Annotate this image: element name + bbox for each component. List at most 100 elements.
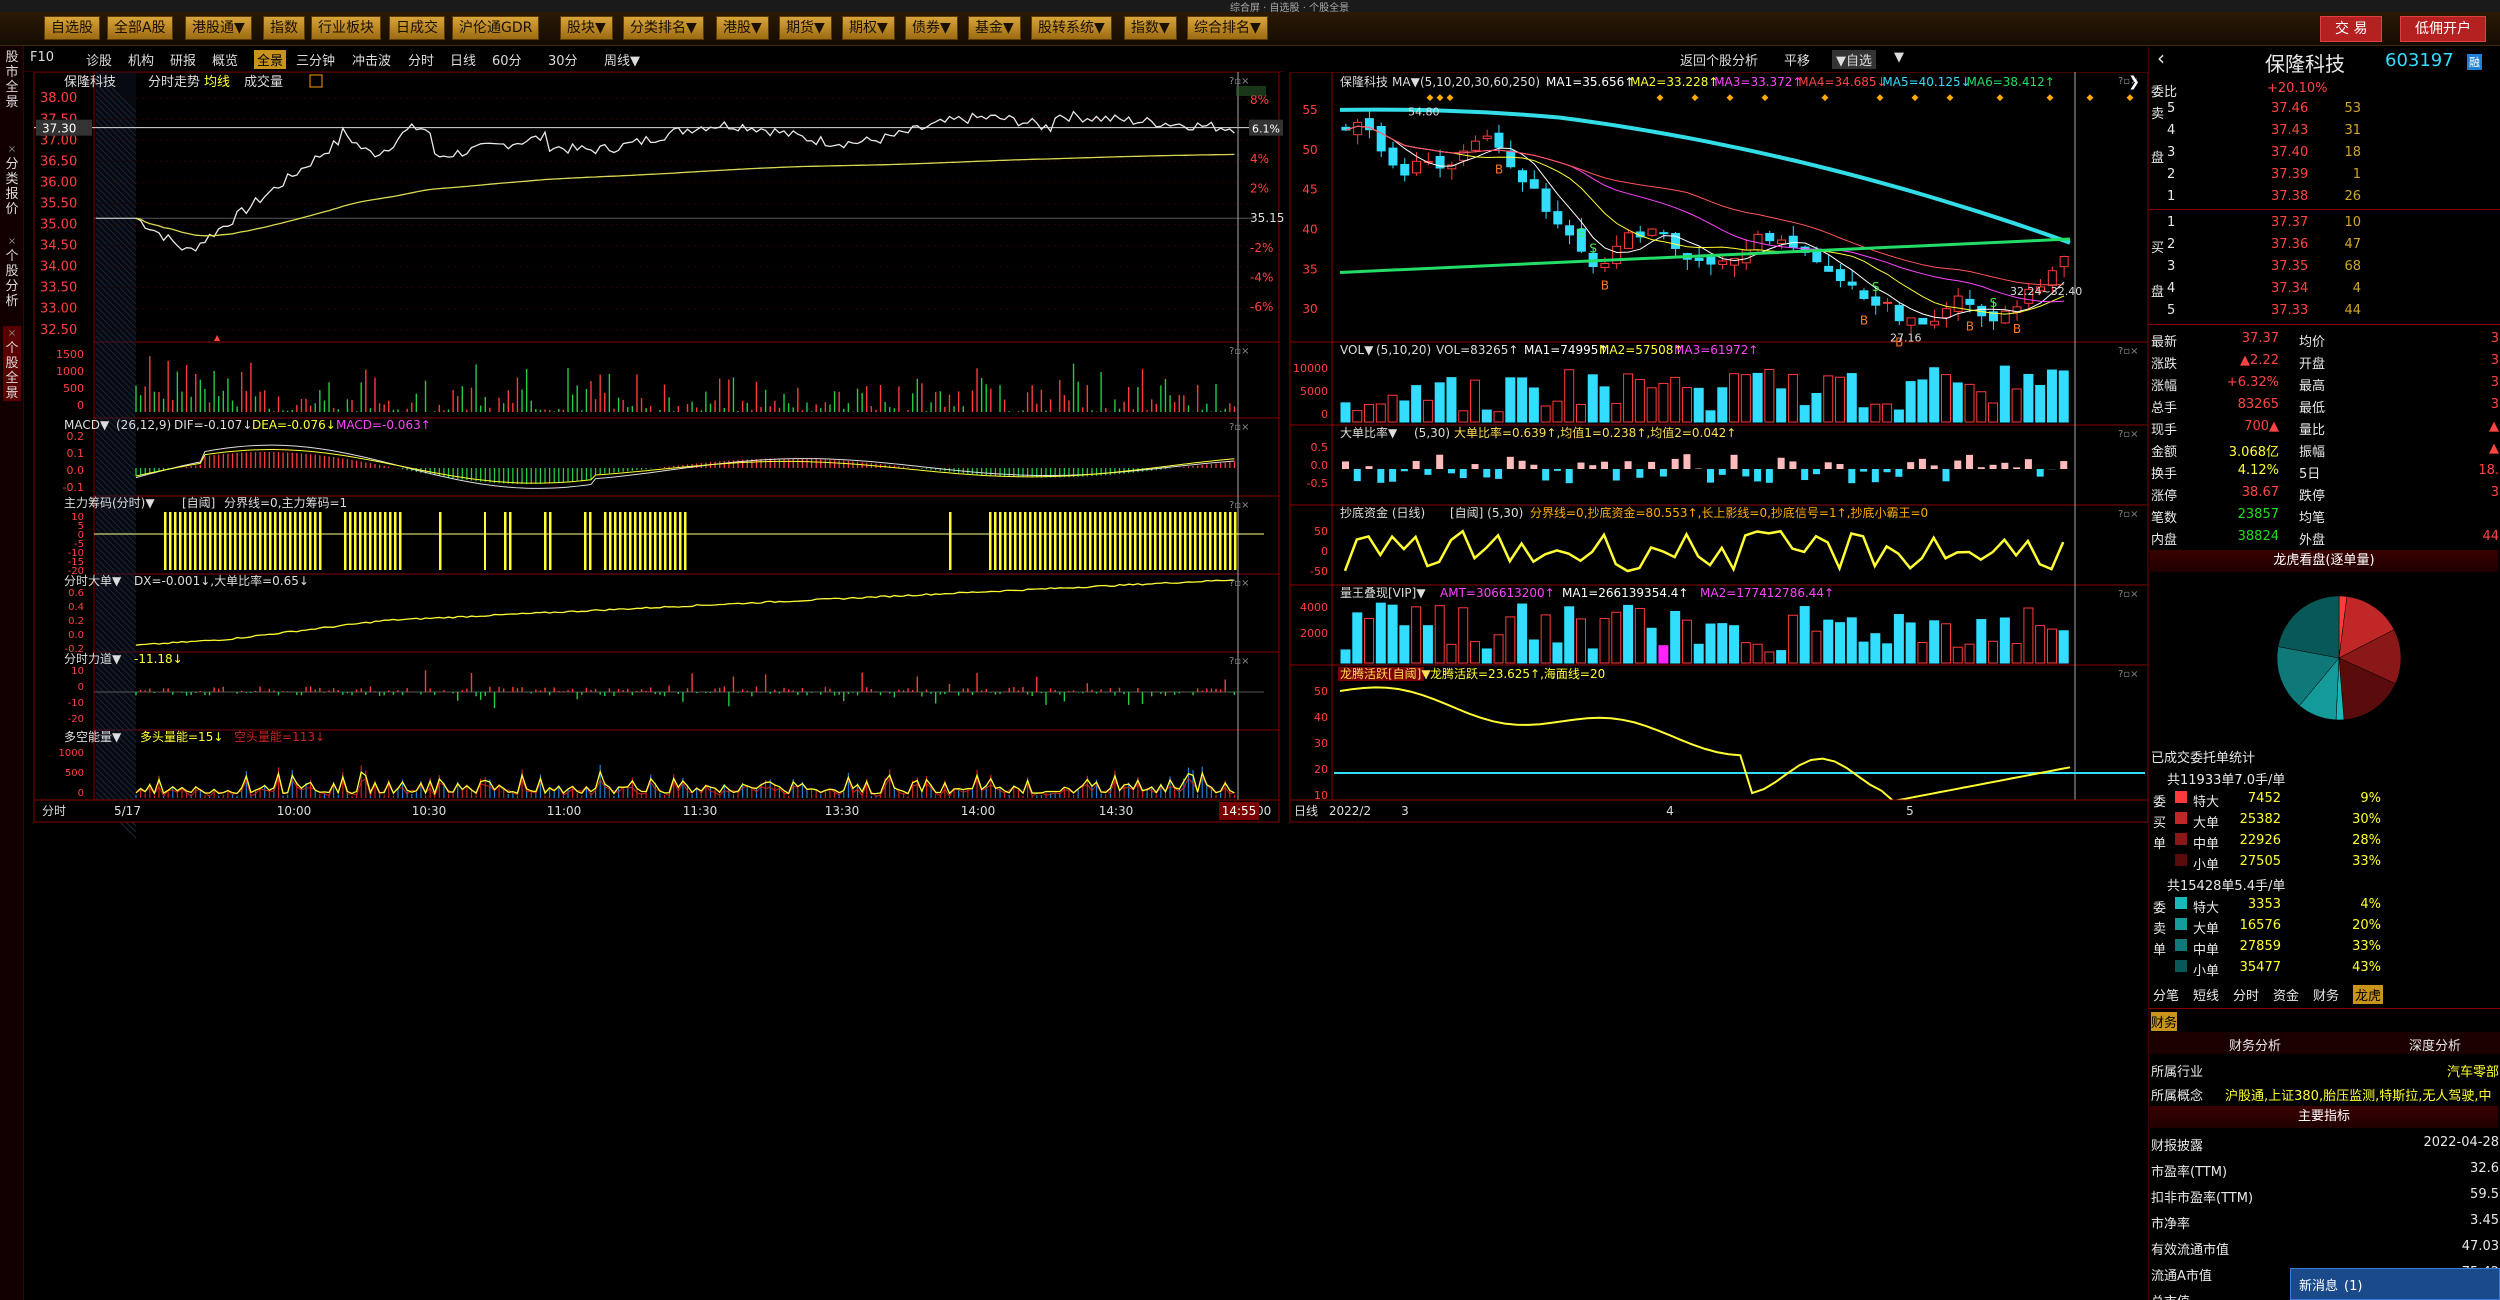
kline-candle (1529, 179, 1539, 189)
chart-area[interactable]: 保隆科技分时走势均线成交量38.0037.5037.0036.5036.0035… (24, 72, 2148, 1300)
toolbar-item-1[interactable]: 诊股 (86, 50, 112, 69)
lower-tab-4[interactable]: 财务 (2313, 985, 2339, 1004)
bigratio-bar (1942, 469, 1950, 482)
menu-item-7[interactable]: 股块▼ (560, 16, 613, 40)
menu-item-14[interactable]: 股转系统▼ (1031, 16, 1112, 40)
toolbar-item-11[interactable]: 30分 (548, 50, 578, 69)
toolbar-item-5[interactable]: 全景 (254, 50, 287, 69)
toolbar-item-2[interactable]: 机构 (128, 50, 154, 69)
price-tick-label: 33.50 (40, 281, 77, 296)
kvol-bar (2035, 385, 2046, 423)
toolbar-item-9[interactable]: 日线 (450, 50, 476, 69)
side-tab-close-icon[interactable]: × (3, 142, 21, 157)
side-tab-2[interactable]: × 个股分析 (3, 234, 21, 309)
macd-value: MACD=-0.063↑ (336, 418, 431, 432)
kvol-bar (1705, 410, 1716, 423)
toolbar-item-7[interactable]: 冲击波 (352, 50, 391, 69)
finance-tab-label[interactable]: 财务 (2151, 1012, 2178, 1031)
menu-item-15[interactable]: 指数▼ (1124, 16, 1177, 40)
side-tab-3[interactable]: × 个股全景 (3, 326, 21, 401)
toolbar-item-8[interactable]: 分时 (408, 50, 434, 69)
side-tab-char: 价 (5, 202, 19, 217)
menu-item-6[interactable]: 沪伦通GDR (452, 16, 540, 40)
kline-toolbar-item-2[interactable]: ▼自选 (1832, 50, 1876, 69)
bigratio-bar (1542, 469, 1550, 481)
bigratio-bar (1801, 469, 1809, 481)
kline-candle (1659, 232, 1669, 235)
kvol-bar (1729, 373, 1740, 423)
side-tab-0[interactable]: 股市全景 (3, 50, 21, 110)
chip-bar (1134, 512, 1137, 570)
toolbar-item-0[interactable]: F10 (30, 50, 54, 65)
menu-item-2[interactable]: 港股通▼ (185, 16, 252, 40)
diamond-icon: ◆ (1437, 93, 1444, 103)
stat-key: 涨幅 (2151, 379, 2178, 394)
toolbar-item-3[interactable]: 研报 (170, 50, 196, 69)
kline-toolbar-item-0[interactable]: 返回个股分析 (1680, 50, 1758, 69)
toolbar-item-6[interactable]: 三分钟 (296, 50, 335, 69)
bigratio-bar (1636, 469, 1644, 478)
bottomfund-tick: 50 (1314, 525, 1328, 538)
open-account-button[interactable]: 低佣开户 (2400, 16, 2486, 42)
kline-candle (1518, 170, 1527, 183)
sell-order-volume: 35477 (2239, 960, 2281, 975)
sell-order-pct: 43% (2352, 960, 2381, 975)
chip-bar (629, 512, 632, 570)
menu-item-4[interactable]: 行业板块 (311, 16, 381, 40)
menu-item-3[interactable]: 指数 (263, 16, 305, 40)
diamond-icon: ◆ (1912, 93, 1919, 103)
lower-tab-3[interactable]: 资金 (2273, 985, 2299, 1004)
time-axis (33, 799, 1280, 823)
kingvol-bar (1693, 643, 1704, 664)
kvol-bar (1552, 400, 1563, 423)
bigratio-bar (1365, 466, 1373, 469)
toolbar-item-10[interactable]: 60分 (492, 50, 522, 69)
bid-volume: 10 (2344, 215, 2361, 230)
lower-tab-5[interactable]: 龙虎 (2353, 985, 2384, 1004)
menu-item-9[interactable]: 港股▼ (716, 16, 769, 40)
kline-candle (1918, 317, 1928, 325)
chip-bar (1164, 512, 1167, 570)
toolbar-item-12[interactable]: 周线▼ (604, 50, 640, 69)
kline-candle (1388, 147, 1398, 166)
menu-item-0[interactable]: 自选股 (44, 16, 100, 40)
toolbar-item-4[interactable]: 概览 (212, 50, 238, 69)
news-popup[interactable]: 新消息 (1) (2290, 1268, 2500, 1300)
bottomfund-params: [自阈] (5,30) (1450, 505, 1523, 520)
menu-item-12[interactable]: 债券▼ (905, 16, 958, 40)
menu-item-1[interactable]: 全部A股 (107, 16, 173, 40)
menu-item-10[interactable]: 期货▼ (779, 16, 832, 40)
pct-tick-label: -2% (1250, 241, 1273, 255)
side-tab-close-icon[interactable]: × (3, 234, 21, 249)
finance-subtab-0[interactable]: 财务分析 (2229, 1035, 2281, 1054)
kingvol-amt: AMT=306613200↑ (1440, 586, 1555, 600)
finance-subtab-1[interactable]: 深度分析 (2409, 1035, 2461, 1054)
chevron-down-icon[interactable] (309, 74, 323, 88)
signal-mark-B: B (1966, 319, 1974, 333)
kvol-bar (1470, 379, 1481, 423)
kline-toolbar-item-1[interactable]: 平移 (1784, 50, 1810, 69)
menu-item-8[interactable]: 分类排名▼ (623, 16, 704, 40)
side-tab-close-icon[interactable]: × (3, 326, 21, 341)
vol-tick-label: 1500 (56, 348, 84, 361)
chip-bar (1084, 512, 1087, 570)
back-arrow-icon[interactable]: ‹ (2157, 46, 2165, 70)
lower-tab-2[interactable]: 分时 (2233, 985, 2259, 1004)
menu-item-5[interactable]: 日成交 (389, 16, 445, 40)
side-tab-1[interactable]: × 分类报价 (3, 142, 21, 217)
kline-toolbar-item-3[interactable]: ▼ (1894, 50, 1904, 65)
side-tab-char: 个 (5, 341, 19, 356)
bid-side: 买 (2149, 234, 2500, 256)
trade-button[interactable]: 交 易 (2320, 16, 2383, 42)
chip-bar (389, 512, 392, 570)
pct-tick-label: -4% (1250, 270, 1273, 284)
kline-ma-value: MA6=38.412↑ (1967, 75, 2055, 89)
kingvol-bar (1811, 630, 1822, 664)
stat-key-right: 5日 (2299, 467, 2321, 482)
menu-item-13[interactable]: 基金▼ (968, 16, 1021, 40)
lower-tab-0[interactable]: 分笔 (2153, 985, 2179, 1004)
menu-item-16[interactable]: 综合排名▼ (1187, 16, 1268, 40)
kvol-tick: 10000 (1293, 362, 1328, 375)
menu-item-11[interactable]: 期权▼ (842, 16, 895, 40)
lower-tab-1[interactable]: 短线 (2193, 985, 2219, 1004)
